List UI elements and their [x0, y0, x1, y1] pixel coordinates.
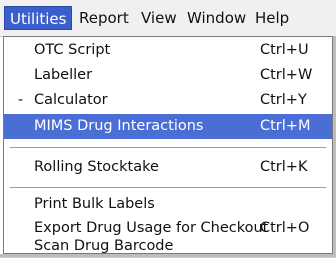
menu-separator	[10, 147, 326, 149]
menu-separator	[10, 187, 326, 189]
application-window: Utilities Report View Window Help OTC Sc…	[0, 0, 336, 257]
menu-item-label: Calculator	[34, 92, 108, 108]
menu-item-print-bulk-labels[interactable]: Print Bulk Labels	[4, 192, 332, 217]
menu-item-label: Labeller	[34, 67, 93, 83]
menu-item-scan-drug-barcode[interactable]: Scan Drug Barcode	[4, 234, 332, 254]
menu-view[interactable]: View	[136, 6, 182, 30]
menu-item-label: Print Bulk Labels	[34, 196, 155, 212]
menu-help[interactable]: Help	[250, 6, 294, 30]
menu-item-mark: -	[18, 92, 24, 108]
menu-item-shortcut: Ctrl+W	[260, 67, 313, 83]
menu-item-calculator[interactable]: - Calculator Ctrl+Y	[4, 88, 332, 113]
menu-report[interactable]: Report	[74, 6, 134, 30]
menu-item-mims-drug-interactions[interactable]: MIMS Drug Interactions Ctrl+M	[4, 114, 332, 139]
utilities-dropdown-menu: OTC Script Ctrl+U Labeller Ctrl+W - Calc…	[3, 36, 333, 254]
menu-item-label: MIMS Drug Interactions	[34, 118, 204, 134]
menu-item-shortcut: Ctrl+K	[260, 159, 308, 175]
menu-item-shortcut: Ctrl+U	[260, 42, 309, 58]
menu-item-labeller[interactable]: Labeller Ctrl+W	[4, 63, 332, 88]
menu-item-otc-script[interactable]: OTC Script Ctrl+U	[4, 38, 332, 63]
menu-item-shortcut: Ctrl+M	[260, 118, 311, 134]
menu-window[interactable]: Window	[182, 6, 251, 30]
menu-bar: Utilities Report View Window Help	[0, 0, 336, 37]
menu-item-label: OTC Script	[34, 42, 111, 58]
menu-item-rolling-stocktake[interactable]: Rolling Stocktake Ctrl+K	[4, 155, 332, 180]
menu-utilities[interactable]: Utilities	[4, 6, 73, 30]
menu-item-label: Rolling Stocktake	[34, 159, 159, 175]
menu-item-shortcut: Ctrl+Y	[260, 92, 307, 108]
